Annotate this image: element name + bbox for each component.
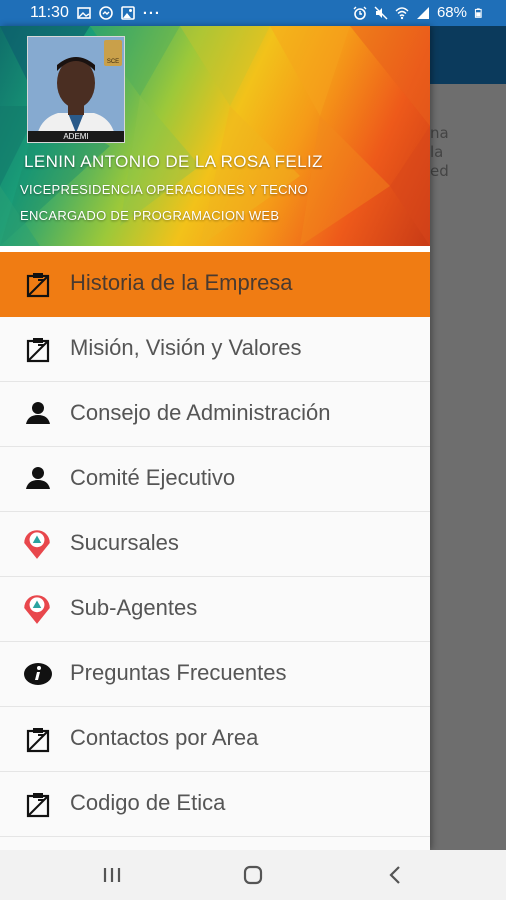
menu-item-label: Preguntas Frecuentes <box>70 660 287 685</box>
background-app-bar <box>430 26 506 84</box>
status-bar: 11:30 ··· 68% <box>0 0 506 26</box>
clipboard-icon <box>26 793 50 818</box>
menu-item-comite[interactable]: Comité Ejecutivo <box>0 447 430 512</box>
menu-item-label: Sub-Agentes <box>70 595 198 620</box>
background-app: na la ed <box>430 26 506 850</box>
clipboard-icon <box>26 273 50 298</box>
menu-item-sucursales[interactable]: Sucursales <box>0 512 430 577</box>
user-department: VICEPRESIDENCIA OPERACIONES Y TECNO <box>20 182 308 197</box>
user-name: LENIN ANTONIO DE LA ROSA FELIZ <box>24 152 323 171</box>
menu-item-label: Historia de la Empresa <box>70 270 293 295</box>
more-notifications: ··· <box>142 4 161 22</box>
signal-icon <box>416 6 429 19</box>
navigation-drawer: SCE ADEMI LENIN ANTONIO DE LA ROSA FELIZ… <box>0 26 430 850</box>
menu-item-mision[interactable]: Misión, Visión y Valores <box>0 317 430 382</box>
menu-item-preguntas[interactable]: Preguntas Frecuentes <box>0 642 430 707</box>
menu-item-label: Contactos por Area <box>70 725 259 750</box>
person-icon <box>26 467 50 489</box>
person-icon <box>26 402 50 424</box>
home-icon[interactable] <box>233 860 273 890</box>
menu-item-label: Codigo de Etica <box>70 790 226 815</box>
menu-item-label: Sucursales <box>70 530 179 555</box>
menu-item-label: Consejo de Administración <box>70 400 331 425</box>
alarm-icon <box>353 6 367 20</box>
menu-item-contactos[interactable]: Contactos por Area <box>0 707 430 772</box>
clipboard-icon <box>26 728 50 753</box>
menu-item-label: Misión, Visión y Valores <box>70 335 302 360</box>
messenger-icon <box>99 6 113 20</box>
map-pin-icon <box>24 595 50 624</box>
menu-item-label: Comité Ejecutivo <box>70 465 236 490</box>
battery-icon <box>474 7 482 18</box>
clipboard-icon <box>26 338 50 363</box>
wifi-icon <box>395 6 409 19</box>
background-text: na la ed <box>430 124 449 180</box>
back-icon[interactable] <box>375 860 415 890</box>
info-icon <box>24 663 52 685</box>
battery-percent: 68% <box>436 4 467 21</box>
badge-logo: SCE <box>104 40 122 66</box>
menu-item-historia[interactable]: Historia de la Empresa <box>0 252 430 317</box>
menu-item-subagentes[interactable]: Sub-Agentes <box>0 577 430 642</box>
system-nav-bar <box>0 850 506 900</box>
recent-apps-icon[interactable] <box>92 860 132 890</box>
menu-item-consejo[interactable]: Consejo de Administración <box>0 382 430 447</box>
menu-item-codigo[interactable]: Codigo de Etica <box>0 772 430 837</box>
mute-icon <box>374 6 388 19</box>
profile-photo: SCE ADEMI <box>27 36 125 143</box>
drawer-menu: Historia de la Empresa Misión, Visión y … <box>0 252 430 837</box>
drawer-header: SCE ADEMI LENIN ANTONIO DE LA ROSA FELIZ… <box>0 26 430 246</box>
user-role: ENCARGADO DE PROGRAMACION WEB <box>20 208 280 223</box>
photo-caption: ADEMI <box>28 131 124 142</box>
image-icon <box>121 6 135 20</box>
map-pin-icon <box>24 530 50 559</box>
gallery-icon <box>77 7 91 19</box>
status-time: 11:30 <box>30 4 69 21</box>
